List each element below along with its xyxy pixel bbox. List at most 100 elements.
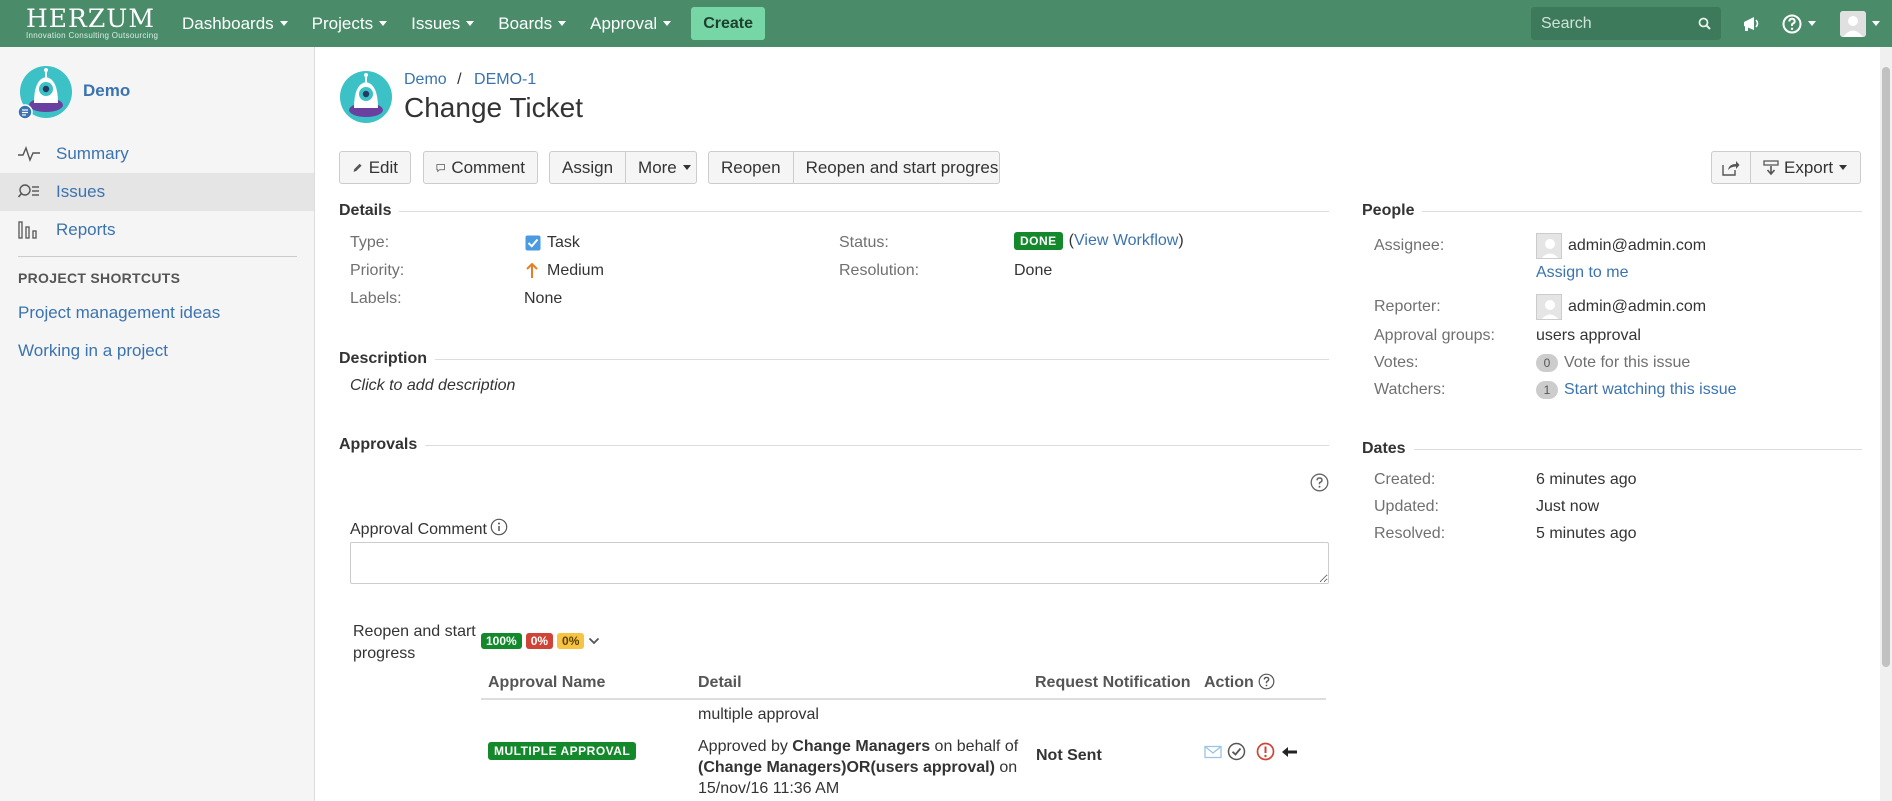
breadcrumb: Demo / DEMO-1 xyxy=(404,71,536,89)
sidebar-item-issues[interactable]: Issues xyxy=(0,173,314,211)
issue-title[interactable]: Change Ticket xyxy=(404,92,583,124)
user-avatar xyxy=(1840,10,1866,37)
votes-label: Votes: xyxy=(1374,354,1419,371)
sidebar-item-label: Reports xyxy=(56,220,116,239)
envelope-icon[interactable] xyxy=(1204,745,1222,759)
nav-boards[interactable]: Boards xyxy=(486,0,578,47)
button-label: Reopen and start progress xyxy=(805,157,1000,177)
button-label: Assign xyxy=(562,157,614,177)
sidebar-item-reports[interactable]: Reports xyxy=(0,211,314,249)
assignee-value[interactable]: admin@admin.com xyxy=(1536,233,1706,259)
labels-value[interactable]: None xyxy=(524,290,562,308)
button-label: More xyxy=(638,157,677,177)
user-avatar xyxy=(1536,294,1562,320)
scrollbar-thumb[interactable] xyxy=(1882,67,1890,667)
logo-text: HERZUM xyxy=(26,4,155,33)
caret-down-icon xyxy=(682,165,691,170)
column-label: Action xyxy=(1204,674,1254,691)
column-request-notification: Request Notification xyxy=(1035,674,1191,691)
undo-arrow-icon[interactable] xyxy=(1281,745,1299,759)
sidebar-item-label: Summary xyxy=(56,144,129,163)
nav-issues[interactable]: Issues xyxy=(399,0,486,47)
details-heading[interactable]: Details xyxy=(339,202,1329,220)
watchers-count-badge[interactable]: 1 xyxy=(1536,381,1558,399)
approval-timestamp: 15/nov/16 11:36 AM xyxy=(698,780,840,797)
project-name-link[interactable]: Demo xyxy=(83,81,130,101)
approvals-help-icon[interactable] xyxy=(1310,473,1329,497)
section-title: Description xyxy=(339,350,428,367)
status-label: Status: xyxy=(839,234,889,251)
description-heading[interactable]: Description xyxy=(339,350,1329,368)
breadcrumb-project-link[interactable]: Demo xyxy=(404,71,447,88)
view-workflow-link[interactable]: View Workflow xyxy=(1074,232,1178,250)
activity-icon xyxy=(18,143,40,165)
help-menu[interactable] xyxy=(1782,0,1816,47)
dates-heading[interactable]: Dates xyxy=(1362,440,1862,458)
assign-button[interactable]: Assign xyxy=(550,152,627,183)
transition-label-line: progress xyxy=(353,645,416,662)
approve-check-icon[interactable] xyxy=(1227,742,1246,761)
reopen-button[interactable]: Reopen xyxy=(709,152,794,183)
button-label: Edit xyxy=(368,157,398,177)
assign-to-me-link[interactable]: Assign to me xyxy=(1536,264,1628,282)
share-button[interactable] xyxy=(1712,152,1751,183)
herzum-logo[interactable]: HERZUM Innovation Consulting Outsourcing xyxy=(0,0,170,47)
issue-project-avatar[interactable] xyxy=(339,70,393,124)
sidebar-item-summary[interactable]: Summary xyxy=(0,135,314,173)
request-notification-cell: Not Sent xyxy=(1036,747,1102,764)
export-button[interactable]: Export xyxy=(1751,152,1859,183)
nav-dashboards[interactable]: Dashboards xyxy=(170,0,300,47)
start-watching-link[interactable]: Start watching this issue xyxy=(1564,381,1737,399)
vote-for-issue-text: Vote for this issue xyxy=(1564,354,1691,371)
updated-label: Updated: xyxy=(1374,498,1439,515)
info-icon[interactable] xyxy=(490,518,508,536)
breadcrumb-issue-key-link[interactable]: DEMO-1 xyxy=(474,71,536,88)
approval-comment-label: Approval Comment xyxy=(350,518,508,539)
detail-text: on xyxy=(994,759,1018,776)
project-avatar[interactable] xyxy=(17,65,72,120)
section-divider xyxy=(435,358,1329,360)
approval-table-header: Approval Name Detail Request Notificatio… xyxy=(481,666,1326,700)
nav-label: Dashboards xyxy=(182,13,274,33)
approval-groups-label: Approval groups: xyxy=(1374,327,1495,344)
edit-button[interactable]: Edit xyxy=(339,151,411,184)
page-scrollbar[interactable] xyxy=(1880,47,1892,801)
help-icon[interactable] xyxy=(1258,673,1275,690)
nav-projects[interactable]: Projects xyxy=(300,0,399,47)
assignee-name: admin@admin.com xyxy=(1568,237,1707,254)
people-heading[interactable]: People xyxy=(1362,202,1862,220)
created-label: Created: xyxy=(1374,471,1436,488)
create-button[interactable]: Create xyxy=(691,7,766,40)
approvals-heading[interactable]: Approvals xyxy=(339,436,1329,454)
approval-percent-badges[interactable]: 100% 0% 0% xyxy=(481,633,600,649)
reject-alert-icon[interactable] xyxy=(1256,742,1275,761)
search-input[interactable]: Search xyxy=(1531,7,1721,40)
assignee-label: Assignee: xyxy=(1374,237,1445,254)
more-button[interactable]: More xyxy=(626,152,696,183)
section-divider xyxy=(425,444,1329,446)
approval-group-title: multiple approval xyxy=(698,706,819,723)
nav-label: Approval xyxy=(590,13,658,33)
section-title: Approvals xyxy=(339,436,418,453)
priority-label: Priority: xyxy=(350,262,405,279)
detail-text: Approved by xyxy=(698,738,793,755)
description-placeholder[interactable]: Click to add description xyxy=(350,377,515,395)
logo-subtitle: Innovation Consulting Outsourcing xyxy=(26,31,159,40)
user-profile-menu[interactable] xyxy=(1840,0,1880,47)
approval-comment-textarea[interactable] xyxy=(350,542,1329,584)
shortcut-working-in-a-project[interactable]: Working in a project xyxy=(18,341,168,361)
caret-down-icon xyxy=(1808,21,1816,26)
column-action: Action xyxy=(1204,673,1275,692)
nav-approval[interactable]: Approval xyxy=(578,0,683,47)
column-approval-name: Approval Name xyxy=(488,674,606,691)
shortcut-project-management-ideas[interactable]: Project management ideas xyxy=(18,303,220,323)
resolution-label: Resolution: xyxy=(839,262,920,279)
nav-label: Issues xyxy=(411,13,461,33)
comment-button[interactable]: Comment xyxy=(423,151,538,184)
notifications-megaphone-icon[interactable] xyxy=(1742,0,1762,47)
button-label: Comment xyxy=(451,157,525,177)
reporter-value[interactable]: admin@admin.com xyxy=(1536,294,1706,320)
user-avatar xyxy=(1536,233,1562,259)
updated-value: Just now xyxy=(1536,498,1600,515)
reopen-and-start-progress-button[interactable]: Reopen and start progress xyxy=(794,152,1000,183)
